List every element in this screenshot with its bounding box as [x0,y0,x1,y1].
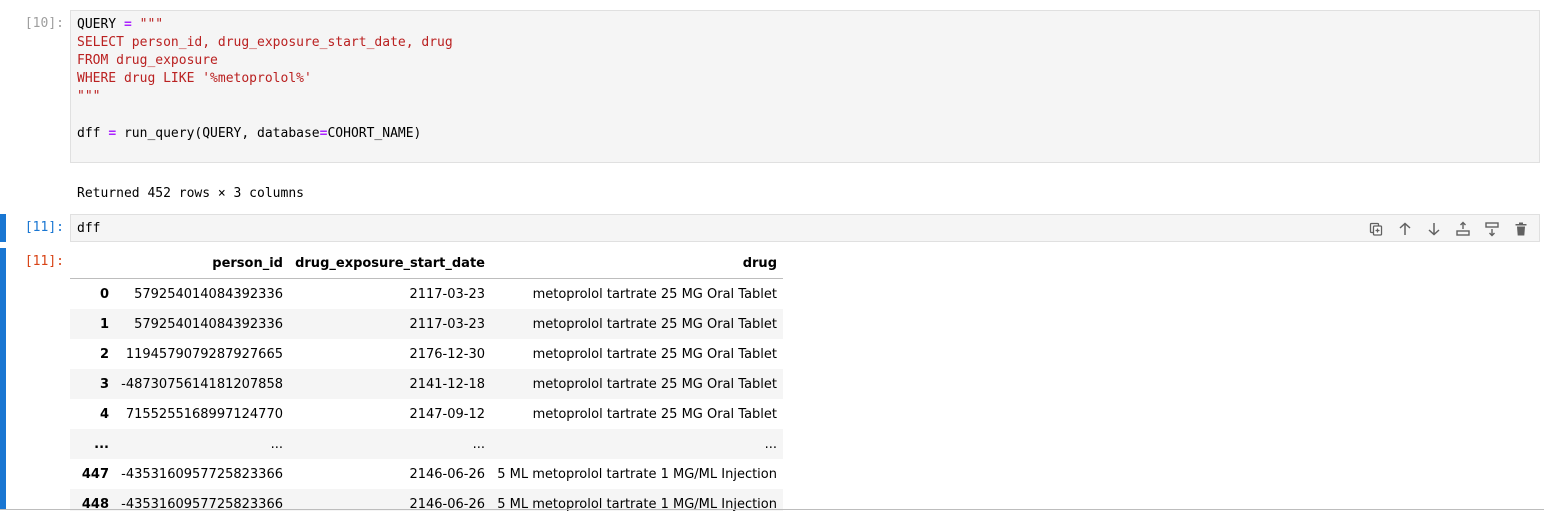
drug-cell: ... [764,436,777,452]
insert-below-icon [1485,222,1499,237]
code-operator: = [123,17,132,32]
row-index: 4 [99,406,109,422]
cell-10-prompt: [10]: [24,16,64,31]
drug-cell: metoprolol tartrate 25 MG Oral Tablet [532,286,777,302]
viewport-bottom-divider [0,509,1544,510]
start-date-cell: 2147-09-12 [409,406,485,422]
code-line-1: QUERY = """ [77,16,163,34]
move-up-button[interactable] [1395,219,1415,239]
start-date-cell: 2146-06-26 [409,466,485,482]
person-id-cell: 7155255168997124770 [125,406,283,422]
row-index: ... [94,436,109,452]
code-token: dff [77,126,101,141]
cell-10-output-text: Returned 452 rows × 3 columns [77,186,304,201]
code-token: run_query(QUERY, database [123,126,320,141]
delete-cell-button[interactable] [1511,219,1531,239]
insert-below-button[interactable] [1482,219,1502,239]
table-row: 3 -4873075614181207858 2141-12-18 metopr… [70,369,783,399]
duplicate-cell-icon [1369,222,1383,236]
person-id-cell: -4353160957725823366 [121,466,283,482]
start-date-cell: 2141-12-18 [409,376,485,392]
person-id-cell: -4873075614181207858 [121,376,283,392]
delete-cell-icon [1515,222,1527,236]
index-header [70,248,115,279]
person-id-cell: -4353160957725823366 [121,496,283,511]
move-down-icon [1428,223,1440,236]
table-row: 447 -4353160957725823366 2146-06-26 5 ML… [70,459,783,489]
cell-11-code-editor[interactable]: dff [70,214,1540,242]
row-index: 1 [99,316,109,332]
drug-cell: metoprolol tartrate 25 MG Oral Tablet [532,406,777,422]
table-row: 0 579254014084392336 2117-03-23 metoprol… [70,279,783,310]
move-down-button[interactable] [1424,219,1444,239]
row-index: 2 [99,346,109,362]
row-index: 3 [99,376,109,392]
start-date-cell: ... [472,436,485,452]
cell-11-prompt: [11]: [24,220,64,235]
column-header-start-date: drug_exposure_start_date [289,248,491,279]
start-date-cell: 2117-03-23 [409,316,485,332]
table-row: 448 -4353160957725823366 2146-06-26 5 ML… [70,489,783,511]
person-id-cell: 579254014084392336 [134,286,283,302]
drug-cell: metoprolol tartrate 25 MG Oral Tablet [532,346,777,362]
move-up-icon [1399,222,1411,235]
person-id-cell: 579254014084392336 [134,316,283,332]
drug-cell: 5 ML metoprolol tartrate 1 MG/ML Injecti… [497,496,777,511]
code-operator: = [108,126,117,141]
row-index: 447 [81,466,109,482]
cell-11-output-prompt: [11]: [24,254,64,269]
row-index: 448 [81,496,109,511]
code-string: """ [139,17,164,32]
start-date-cell: 2176-12-30 [409,346,485,362]
table-row: 1 579254014084392336 2117-03-23 metoprol… [70,309,783,339]
code-line-3: FROM drug_exposure [77,53,218,68]
cell-toolbar [1366,219,1531,239]
person-id-cell: 1194579079287927665 [125,346,283,362]
dataframe-table: person_id drug_exposure_start_date drug … [70,248,783,511]
insert-above-button[interactable] [1453,219,1473,239]
start-date-cell: 2117-03-23 [409,286,485,302]
code-line-7: dff = run_query(QUERY, database=COHORT_N… [77,125,421,143]
table-row: 2 1194579079287927665 2176-12-30 metopro… [70,339,783,369]
insert-above-icon [1456,221,1470,236]
column-header-person-id: person_id [115,248,289,279]
cell-11-code: dff [77,221,101,236]
drug-cell: metoprolol tartrate 25 MG Oral Tablet [532,316,777,332]
output-collapser[interactable] [0,248,6,510]
drug-cell: 5 ML metoprolol tartrate 1 MG/ML Injecti… [497,466,777,482]
table-row: 4 7155255168997124770 2147-09-12 metopro… [70,399,783,429]
drug-cell: metoprolol tartrate 25 MG Oral Tablet [532,376,777,392]
row-index: 0 [99,286,109,302]
table-row-ellipsis: ... ... ... ... [70,429,783,459]
duplicate-cell-button[interactable] [1366,219,1386,239]
cell-10-code-editor[interactable]: QUERY = """ SELECT person_id, drug_expos… [70,10,1540,163]
start-date-cell: 2146-06-26 [409,496,485,511]
code-line-4: WHERE drug LIKE '%metoprolol%' [77,71,312,86]
person-id-cell: ... [270,436,283,452]
code-line-5: """ [77,89,101,104]
column-header-drug: drug [491,248,783,279]
code-token: QUERY [77,17,117,32]
code-token: COHORT_NAME) [327,126,422,141]
code-line-2: SELECT person_id, drug_exposure_start_da… [77,35,453,50]
table-header-row: person_id drug_exposure_start_date drug [70,248,783,279]
